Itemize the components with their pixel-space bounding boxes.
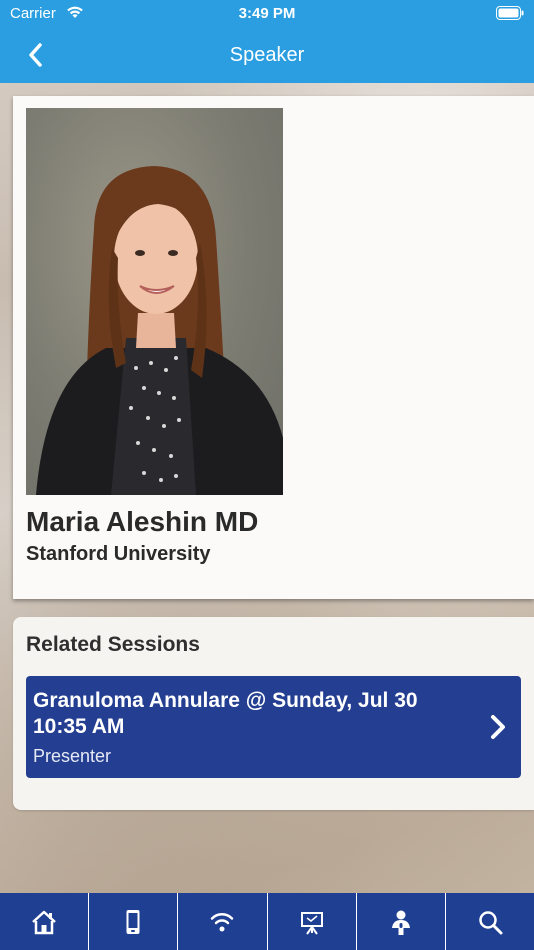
search-icon: [479, 910, 503, 934]
tab-home[interactable]: [0, 893, 90, 950]
session-role: Presenter: [33, 746, 112, 766]
session-title: Granuloma Annulare @ Sunday, Jul 30 10:3…: [33, 689, 418, 738]
presentation-icon: [300, 911, 323, 935]
tab-presentation[interactable]: [268, 893, 357, 950]
battery-icon: [496, 6, 524, 20]
speaker-portrait-illustration: [36, 166, 283, 495]
tab-wifi[interactable]: [178, 893, 268, 950]
page-title: Speaker: [229, 44, 305, 66]
related-sessions-heading: Related Sessions: [26, 633, 200, 656]
status-bar: Carrier 3:49 PM: [0, 0, 534, 28]
speaker-card: Maria Aleshin MD Stanford University: [13, 96, 534, 599]
related-sessions-card: Related Sessions Granuloma Annulare @ Su…: [13, 617, 534, 810]
navigation-bar: Carrier 3:49 PM Speaker: [0, 0, 534, 83]
session-list-item[interactable]: Granuloma Annulare @ Sunday, Jul 30 10:3…: [26, 676, 521, 778]
speaker-organization: Stanford University: [26, 543, 211, 565]
tab-mobile[interactable]: [89, 893, 179, 950]
wifi-icon: [211, 912, 234, 931]
speaker-photo: [26, 108, 283, 495]
tab-search[interactable]: [446, 893, 534, 950]
chevron-right-icon: [491, 715, 505, 739]
speaker-icon: [391, 910, 410, 935]
home-icon: [32, 910, 56, 934]
bottom-tab-bar: [0, 893, 534, 950]
speaker-name: Maria Aleshin MD: [26, 506, 259, 537]
status-time: 3:49 PM: [238, 5, 296, 22]
tab-speakers[interactable]: [357, 893, 446, 950]
mobile-icon: [126, 909, 140, 934]
